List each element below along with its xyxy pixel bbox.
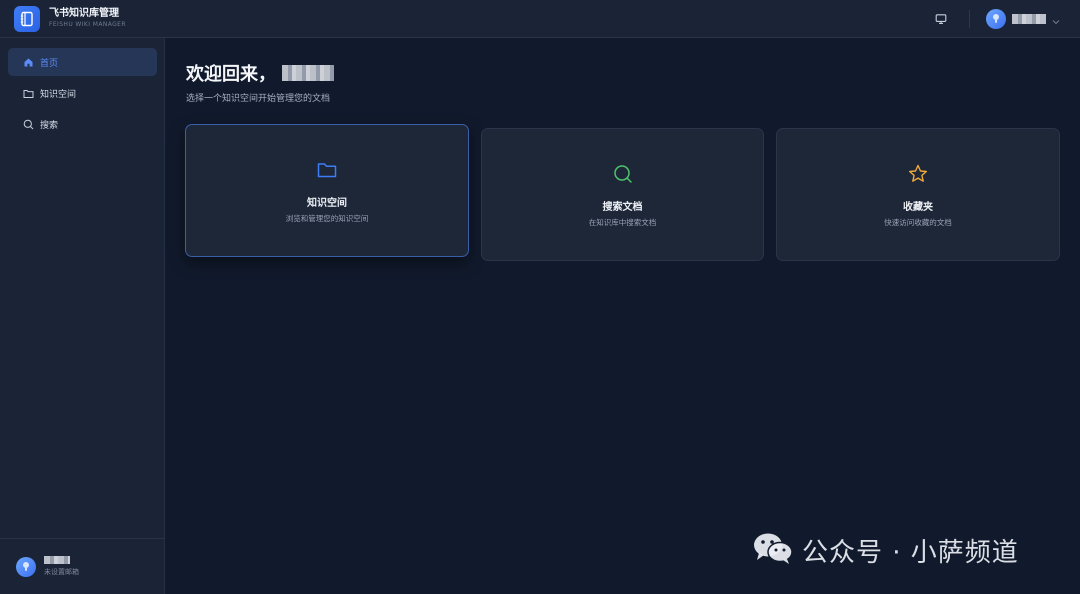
sidebar-item-spaces[interactable]: 知识空间 <box>8 79 157 107</box>
welcome-heading: 欢迎回来， <box>186 60 334 86</box>
card-title: 收藏夹 <box>903 202 933 213</box>
header-actions <box>933 0 1060 38</box>
card-title: 知识空间 <box>307 198 347 209</box>
sidebar-item-search[interactable]: 搜索 <box>8 110 157 138</box>
card-knowledge-spaces[interactable]: 知识空间 浏览和管理您的知识空间 <box>185 124 469 257</box>
sidebar-user-profile[interactable]: 未设置邮箱 <box>0 538 165 594</box>
sidebar: 首页 知识空间 搜索 未设置邮箱 <box>0 38 165 594</box>
card-search-docs[interactable]: 搜索文档 在知识库中搜索文档 <box>481 128 764 261</box>
user-avatar-icon <box>16 556 36 577</box>
page-title: 欢迎回来， <box>186 64 276 85</box>
notebook-logo-icon <box>14 5 40 32</box>
brand-title: 飞书知识库管理 <box>49 8 119 19</box>
sidebar-user-text: 未设置邮箱 <box>44 556 79 577</box>
chevron-down-icon <box>1052 10 1060 29</box>
watermark-text: 公众号 · 小萨频道 <box>802 537 1019 568</box>
header-divider <box>969 10 970 28</box>
welcome-name-redacted <box>282 65 334 81</box>
monitor-icon[interactable] <box>933 11 949 27</box>
user-menu[interactable] <box>986 9 1060 29</box>
folder-icon <box>22 87 34 99</box>
card-favorites[interactable]: 收藏夹 快速访问收藏的文档 <box>776 128 1060 261</box>
home-icon <box>22 56 34 68</box>
search-icon <box>22 118 34 130</box>
brand[interactable]: 飞书知识库管理 FEISHU WIKI MANAGER <box>14 5 126 32</box>
sidebar-item-label: 搜索 <box>40 120 59 131</box>
user-name-redacted <box>1012 14 1046 24</box>
sidebar-user-email: 未设置邮箱 <box>44 568 79 576</box>
folder-icon <box>315 158 339 182</box>
sidebar-item-home[interactable]: 首页 <box>8 48 157 76</box>
wechat-icon <box>752 530 794 570</box>
sidebar-user-name-redacted <box>44 556 70 564</box>
sidebar-item-label: 知识空间 <box>40 89 77 100</box>
watermark: 公众号 · 小萨频道 <box>752 530 1019 570</box>
main-content: 欢迎回来， 选择一个知识空间开始管理您的文档 知识空间 浏览和管理您的知识空间 … <box>166 38 1080 594</box>
top-header: 飞书知识库管理 FEISHU WIKI MANAGER <box>0 0 1080 38</box>
app-root: 飞书知识库管理 FEISHU WIKI MANAGER 首页 知识空间 搜索 未… <box>0 0 1080 594</box>
page-subtitle: 选择一个知识空间开始管理您的文档 <box>186 94 331 104</box>
brand-text: 飞书知识库管理 FEISHU WIKI MANAGER <box>49 8 126 29</box>
user-avatar-icon <box>986 9 1006 29</box>
card-description: 快速访问收藏的文档 <box>884 218 952 227</box>
star-icon <box>906 162 930 186</box>
sidebar-item-label: 首页 <box>40 58 59 69</box>
card-description: 浏览和管理您的知识空间 <box>285 214 369 223</box>
card-description: 在知识库中搜索文档 <box>588 218 657 227</box>
card-title: 搜索文档 <box>602 202 643 213</box>
brand-subtitle: FEISHU WIKI MANAGER <box>49 21 126 28</box>
search-icon <box>611 162 635 186</box>
